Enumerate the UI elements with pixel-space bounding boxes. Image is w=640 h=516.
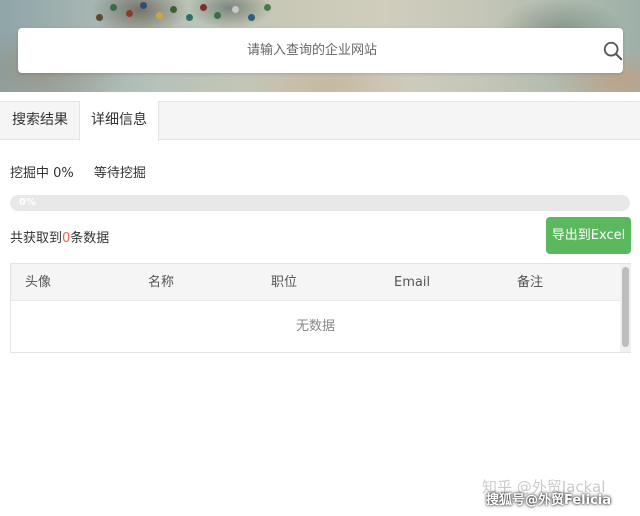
empty-state-text: 无数据 [11, 302, 620, 352]
map-pin-icon [96, 14, 103, 21]
map-pin-icon [156, 12, 163, 19]
map-pin-icon [264, 4, 271, 11]
result-count: 共获取到0条数据 [10, 227, 109, 246]
search-box [18, 28, 623, 73]
tab-details[interactable]: 详细信息 [79, 101, 159, 141]
results-table: 头像 名称 职位 Email 备注 无数据 [10, 263, 631, 353]
map-pin-icon [214, 12, 221, 19]
map-pin-icon [232, 6, 239, 13]
map-pin-icon [110, 4, 117, 11]
column-header-note: 备注 [517, 264, 543, 301]
column-header-name: 名称 [148, 264, 174, 301]
mining-progress-label: 挖掘中 0% [10, 166, 74, 181]
column-header-avatar: 头像 [25, 264, 51, 301]
search-icon[interactable] [602, 40, 624, 62]
map-pin-icon [186, 14, 193, 21]
map-pin-icon [126, 10, 133, 17]
column-header-email: Email [394, 264, 430, 301]
column-header-position: 职位 [271, 264, 297, 301]
mining-status: 挖掘中 0% 等待挖掘 [10, 162, 162, 181]
map-pin-icon [140, 2, 147, 9]
progress-text: 0% [19, 196, 36, 210]
map-pin-icon [200, 4, 207, 11]
scrollbar-thumb[interactable] [622, 267, 629, 347]
map-pin-icon [170, 6, 177, 13]
export-excel-button[interactable]: 导出到Excel [546, 217, 631, 254]
result-count-suffix: 条数据 [70, 231, 109, 246]
table-scrollbar[interactable] [620, 264, 631, 352]
table-header: 头像 名称 职位 Email 备注 [11, 264, 620, 301]
result-count-prefix: 共获取到 [10, 231, 62, 246]
search-input[interactable] [18, 28, 578, 73]
progress-bar: 0% [10, 195, 630, 211]
hero-banner [0, 0, 640, 92]
sohu-watermark: 搜狐号@外贸Felicia [486, 489, 611, 508]
mining-state-text: 等待挖掘 [94, 166, 146, 181]
tab-bar: 搜索结果 详细信息 [0, 101, 640, 140]
tab-search-results[interactable]: 搜索结果 [0, 101, 80, 140]
map-pin-icon [248, 14, 255, 21]
